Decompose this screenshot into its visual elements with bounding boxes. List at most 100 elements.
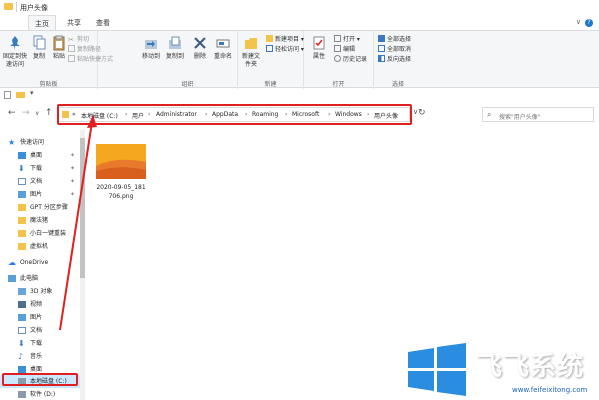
sidebar-item-label: 虚拟机 [30, 243, 49, 250]
new-group: 新建文件夹 新建项目 ▾ 轻松访问 ▾ 新建 [238, 31, 304, 89]
ribbon-expand-icon[interactable]: ∨ [576, 18, 581, 26]
forward-icon[interactable]: → [22, 108, 30, 118]
new-item-button[interactable]: 新建项目 ▾ [266, 35, 304, 44]
paste-button[interactable]: 粘贴 [52, 35, 66, 61]
sidebar-item-downloads-pc[interactable]: ⬇ 下载 [0, 337, 80, 350]
copy-path-icon [68, 45, 75, 52]
rename-label: 重命名 [213, 53, 232, 60]
up-icon[interactable]: ↑ [45, 108, 53, 118]
open-icon [334, 35, 341, 42]
search-box[interactable]: ⌕ 搜索"用户头像" [482, 107, 594, 122]
invert-selection-icon [378, 55, 385, 62]
copy-to-button[interactable]: 复制到 [164, 35, 186, 61]
sidebar-item-label: 文档 [30, 327, 43, 334]
select-none-button[interactable]: 全部取消 [378, 45, 411, 54]
drive-icon [18, 391, 26, 398]
select-all-icon [378, 35, 385, 42]
pin-quick-access-button[interactable]: 固定到快速访问 [2, 35, 28, 69]
sidebar-item-label: 小白一键重装 [30, 230, 67, 237]
sidebar-item-documents-pc[interactable]: 文档 [0, 324, 80, 337]
sidebar-scrollbar[interactable] [80, 130, 85, 400]
sidebar-item-vm[interactable]: 虚拟机 [0, 240, 80, 253]
sidebar-item-pictures[interactable]: 图片 ✦ [0, 188, 80, 201]
sidebar-item-pictures-pc[interactable]: 图片 [0, 311, 80, 324]
ribbon: 固定到快速访问 复制 粘贴 ✂ 剪切 复制路径 粘贴快捷方式 剪贴板 移动到 复… [0, 30, 599, 89]
copy-to-label: 复制到 [165, 53, 184, 60]
pin-icon[interactable]: ✦ [70, 188, 75, 201]
sidebar-item-this-pc[interactable]: 此电脑 [0, 272, 80, 285]
sidebar-item-quick-access[interactable]: ★ 快速访问 [0, 136, 80, 149]
cut-button[interactable]: ✂ 剪切 [68, 35, 89, 44]
sidebar-item-desktop[interactable]: 桌面 ✦ [0, 149, 80, 162]
properties-icon [313, 36, 325, 50]
new-folder-button[interactable]: 新建文件夹 [240, 35, 262, 69]
help-icon[interactable]: ? [585, 19, 593, 27]
properties-quick-icon[interactable] [4, 91, 11, 99]
new-folder-quick-icon[interactable] [16, 92, 25, 98]
sidebar-item-xiaobai[interactable]: 小白一键重装 [0, 227, 80, 240]
rename-button[interactable]: 重命名 [212, 35, 234, 61]
sidebar-item-videos[interactable]: 视频 [0, 298, 80, 311]
select-all-label: 全部选择 [387, 36, 412, 43]
copy-button[interactable]: 复制 [32, 35, 46, 61]
pin-icon[interactable]: ✦ [70, 175, 75, 188]
sidebar-item-gpt[interactable]: GPT 分区步骤 [0, 201, 80, 214]
sidebar-item-3d-objects[interactable]: 3D 对象 [0, 285, 80, 298]
sidebar-item-onedrive[interactable]: ☁ OneDrive [0, 256, 80, 269]
sidebar-item-mofazhu[interactable]: 魔法猪 [0, 214, 80, 227]
copy-to-icon [169, 36, 181, 49]
customize-quick-access-icon[interactable]: ▾ [30, 89, 34, 97]
properties-button[interactable]: 属性 [310, 35, 328, 61]
recent-locations-icon[interactable]: ∨ [35, 110, 39, 117]
video-icon [18, 301, 26, 308]
file-name[interactable]: 2020-09-05_181 706.png [90, 183, 152, 201]
paste-icon [53, 35, 65, 51]
sidebar-item-label: 视频 [30, 301, 43, 308]
copy-path-label: 复制路径 [77, 46, 102, 53]
tab-view[interactable]: 查看 [90, 15, 116, 31]
sidebar-item-label: 软件 (D:) [30, 391, 56, 398]
tab-share[interactable]: 共享 [61, 15, 87, 31]
sidebar-item-label: 音乐 [30, 353, 43, 360]
history-button[interactable]: 历史记录 [334, 55, 367, 64]
sidebar-item-music[interactable]: ♪ 音乐 [0, 350, 80, 363]
sidebar-item-downloads[interactable]: ⬇ 下载 ✦ [0, 162, 80, 175]
open-button[interactable]: 打开 ▾ [334, 35, 360, 44]
new-item-icon [266, 35, 273, 42]
title-bar: 用户头像 [0, 0, 599, 15]
back-icon[interactable]: ← [8, 108, 16, 118]
computer-icon [8, 275, 16, 282]
scrollbar-thumb[interactable] [80, 138, 85, 278]
scissors-icon: ✂ [68, 36, 74, 44]
easy-access-button[interactable]: 轻松访问 ▾ [266, 45, 304, 54]
new-item-label: 新建项目 [275, 36, 300, 43]
edit-button[interactable]: 编辑 [334, 45, 355, 54]
sidebar-item-documents[interactable]: 文档 ✦ [0, 175, 80, 188]
pin-label: 固定到快速访问 [2, 53, 27, 68]
window-title: 用户头像 [20, 4, 48, 12]
sidebar-item-label: 图片 [30, 314, 43, 321]
pin-icon[interactable]: ✦ [70, 162, 75, 175]
organize-group-label: 组织 [181, 81, 194, 88]
edit-label: 编辑 [343, 46, 356, 53]
sidebar-item-label: 桌面 [30, 152, 43, 159]
image-thumbnail[interactable] [96, 144, 146, 179]
sidebar-item-label: 下载 [30, 165, 43, 172]
picture-icon [18, 191, 26, 198]
paste-shortcut-button[interactable]: 粘贴快捷方式 [68, 55, 113, 64]
search-icon: ⌕ [487, 110, 492, 119]
invert-selection-button[interactable]: 反向选择 [378, 55, 411, 64]
refresh-icon[interactable]: ↻ [418, 108, 426, 118]
title-separator [16, 2, 17, 12]
delete-button[interactable]: 删除 [190, 35, 210, 61]
star-icon: ★ [8, 138, 16, 147]
sidebar-item-label: 文档 [30, 178, 43, 185]
copy-path-button[interactable]: 复制路径 [68, 45, 101, 54]
move-to-button[interactable]: 移动到 [140, 35, 162, 61]
pin-icon[interactable]: ✦ [70, 149, 75, 162]
delete-icon [194, 37, 206, 49]
folder-icon [18, 204, 26, 211]
sidebar-item-software-d[interactable]: 软件 (D:) [0, 388, 80, 400]
select-all-button[interactable]: 全部选择 [378, 35, 411, 44]
tab-home[interactable]: 主页 [28, 15, 56, 31]
